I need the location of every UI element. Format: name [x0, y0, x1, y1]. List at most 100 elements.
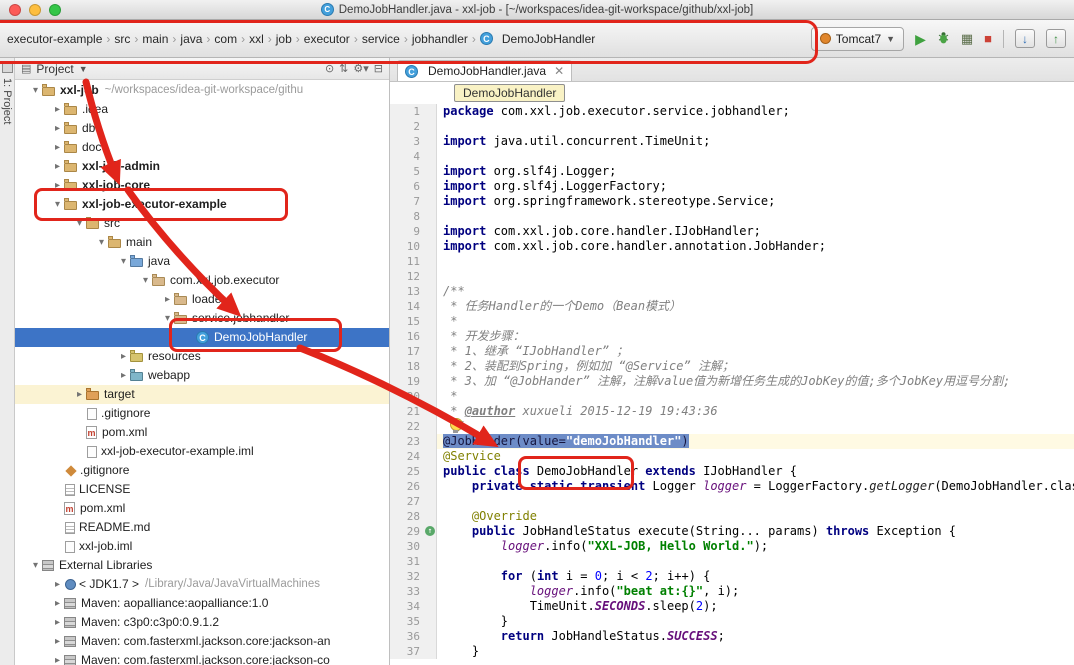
settings-button[interactable]: ⚙▾ [353, 62, 368, 75]
line-number: 17 [390, 344, 424, 359]
debug-button[interactable] [937, 31, 950, 46]
override-icon[interactable]: ↑ [425, 526, 435, 536]
run-button[interactable]: ▶ [915, 32, 926, 46]
coverage-button[interactable]: ▦ [961, 32, 973, 46]
intention-bulb-icon[interactable] [450, 418, 463, 431]
tree-toggle-arrow[interactable]: ▾ [95, 233, 108, 252]
tree-item[interactable]: ▾src [15, 214, 389, 233]
tree-item[interactable]: ▸db [15, 119, 389, 138]
tree-item[interactable]: ▾service.jobhandler [15, 309, 389, 328]
tree-item[interactable]: ▾com.xxl.job.executor [15, 271, 389, 290]
tree-toggle-arrow[interactable]: ▸ [161, 290, 174, 309]
tree-toggle-arrow[interactable]: ▾ [29, 81, 42, 100]
breadcrumb-item[interactable]: main [139, 30, 171, 48]
tree-toggle-arrow[interactable]: ▸ [51, 138, 64, 157]
tree-item[interactable]: ▸loader [15, 290, 389, 309]
stop-button[interactable]: ■ [984, 32, 992, 46]
hide-panel-button[interactable]: ⊟ [374, 62, 383, 75]
tree-item[interactable]: CDemoJobHandler [15, 328, 389, 347]
tree-item[interactable]: ▸< JDK1.7 >/Library/Java/JavaVirtualMach… [15, 575, 389, 594]
tree-item[interactable]: .gitignore [15, 461, 389, 480]
tree-toggle-arrow[interactable]: ▸ [51, 594, 64, 613]
tree-item[interactable]: ▾xxl-job-executor-example [15, 195, 389, 214]
tree-toggle-arrow[interactable]: ▸ [51, 119, 64, 138]
tree-toggle-arrow[interactable]: ▸ [51, 613, 64, 632]
tree-item[interactable]: xxl-job-executor-example.iml [15, 442, 389, 461]
breadcrumb-item[interactable]: job [273, 30, 295, 48]
breadcrumb-item[interactable]: executor [301, 30, 353, 48]
tree-item[interactable]: README.md [15, 518, 389, 537]
tree-toggle-arrow[interactable]: ▾ [29, 556, 42, 575]
code-area[interactable]: 1package com.xxl.job.executor.service.jo… [390, 104, 1074, 665]
tree-item[interactable]: ▸target [15, 385, 389, 404]
tree-toggle-arrow[interactable]: ▾ [161, 309, 174, 328]
tree-toggle-arrow[interactable]: ▾ [117, 252, 130, 271]
breadcrumb-separator: › [206, 32, 210, 46]
tree-toggle-arrow[interactable]: ▾ [139, 271, 152, 290]
tree-item[interactable]: mpom.xml [15, 499, 389, 518]
close-window-button[interactable] [9, 4, 21, 16]
editor-tab[interactable]: C DemoJobHandler.java ✕ [397, 60, 572, 81]
tree-toggle-arrow[interactable]: ▸ [51, 157, 64, 176]
tree-toggle-arrow[interactable]: ▸ [51, 651, 64, 665]
collapse-all-button[interactable]: ⇅ [339, 62, 348, 75]
tree-toggle-arrow[interactable]: ▸ [73, 385, 86, 404]
gutter-marker [424, 569, 437, 584]
line-number: 12 [390, 269, 424, 284]
vcs-commit-button[interactable]: ↑ [1046, 29, 1066, 48]
chevron-down-icon[interactable]: ▼ [79, 64, 88, 74]
zoom-window-button[interactable] [49, 4, 61, 16]
breadcrumb-item[interactable]: xxl [246, 30, 267, 48]
minimize-window-button[interactable] [29, 4, 41, 16]
tree-item[interactable]: ▸webapp [15, 366, 389, 385]
tree-toggle-arrow[interactable]: ▸ [117, 366, 130, 385]
project-panel-title[interactable]: Project [36, 62, 73, 76]
breadcrumb-item[interactable]: src [111, 30, 133, 48]
tree-toggle-arrow[interactable]: ▸ [51, 575, 64, 594]
tree-item[interactable]: ▸.idea [15, 100, 389, 119]
breadcrumb-item[interactable]: jobhandler [409, 30, 471, 48]
breadcrumb-item[interactable]: CDemoJobHandler [477, 30, 598, 48]
tree-toggle-arrow[interactable]: ▸ [117, 347, 130, 366]
tree-item[interactable]: ▸Maven: com.fasterxml.jackson.core:jacks… [15, 651, 389, 665]
gutter-marker [424, 149, 437, 164]
tree-item[interactable]: xxl-job.iml [15, 537, 389, 556]
code-breadcrumb-pill[interactable]: DemoJobHandler [454, 84, 565, 102]
tree-toggle-arrow[interactable]: ▸ [51, 176, 64, 195]
tree-toggle-arrow[interactable]: ▸ [51, 632, 64, 651]
vcs-update-button[interactable]: ↓ [1015, 29, 1035, 48]
breadcrumb-item-label: xxl [249, 32, 264, 46]
tree-item[interactable]: ▸Maven: c3p0:c3p0:0.9.1.2 [15, 613, 389, 632]
breadcrumb-item[interactable]: com [211, 30, 240, 48]
breadcrumb-item[interactable]: java [177, 30, 205, 48]
breadcrumb-item[interactable]: service [359, 30, 403, 48]
java-class-icon: C [321, 3, 334, 16]
tree-toggle-arrow[interactable]: ▾ [73, 214, 86, 233]
tree-item[interactable]: ▾xxl-job~/workspaces/idea-git-workspace/… [15, 81, 389, 100]
tree-item[interactable]: LICENSE [15, 480, 389, 499]
tree-item[interactable]: ▾java [15, 252, 389, 271]
tree-toggle-arrow[interactable]: ▾ [51, 195, 64, 214]
locate-button[interactable]: ⊙ [325, 62, 334, 75]
tree-item[interactable]: ▾External Libraries [15, 556, 389, 575]
tree-item[interactable]: ▾main [15, 233, 389, 252]
tree-item[interactable]: ▸Maven: aopalliance:aopalliance:1.0 [15, 594, 389, 613]
run-config-selector[interactable]: Tomcat7 ▼ [811, 27, 904, 51]
tree-item[interactable]: .gitignore [15, 404, 389, 423]
tree-item[interactable]: ▸xxl-job-core [15, 176, 389, 195]
code-text: import com.xxl.job.core.handler.IJobHand… [437, 224, 1074, 239]
breadcrumb-item[interactable]: executor-example [4, 30, 105, 48]
tree-item[interactable]: ▸doc [15, 138, 389, 157]
tree-item[interactable]: ▸xxl-job-admin [15, 157, 389, 176]
tree-toggle-arrow[interactable]: ▸ [51, 100, 64, 119]
main-area: 1: Project ▤ Project ▼ ⊙ ⇅ ⚙▾ ⊟ ▾xxl-job… [0, 58, 1074, 665]
project-tool-tab[interactable]: 1: Project [1, 78, 13, 124]
gutter-marker [424, 584, 437, 599]
tree-item[interactable]: mpom.xml [15, 423, 389, 442]
code-text: import org.springframework.stereotype.Se… [437, 194, 1074, 209]
line-number: 18 [390, 359, 424, 374]
tree-item[interactable]: ▸resources [15, 347, 389, 366]
tree-item[interactable]: ▸Maven: com.fasterxml.jackson.core:jacks… [15, 632, 389, 651]
close-icon[interactable]: ✕ [554, 65, 564, 77]
code-text: import org.slf4j.LoggerFactory; [437, 179, 1074, 194]
